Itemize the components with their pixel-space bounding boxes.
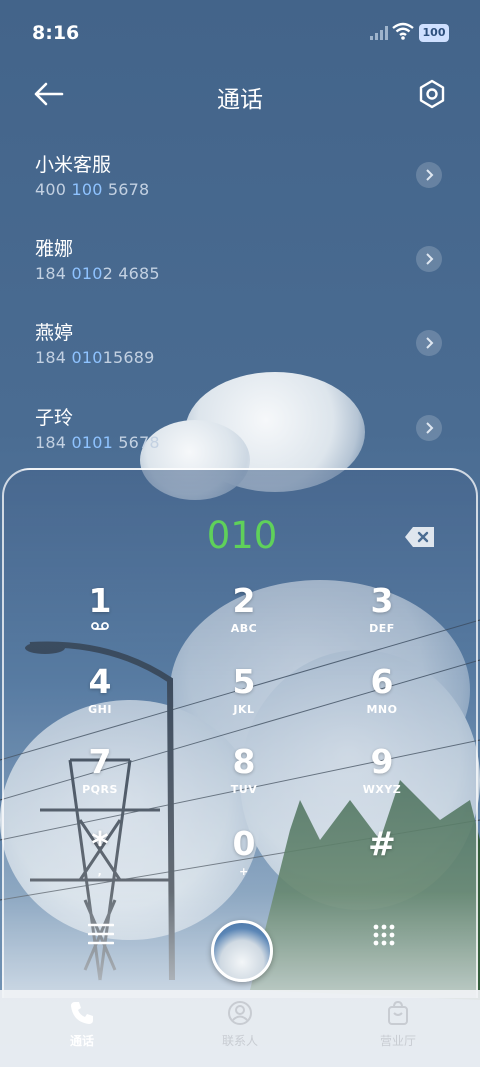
key-4[interactable]: 4 GHI <box>60 663 140 735</box>
menu-icon[interactable] <box>88 923 114 945</box>
phone-icon <box>71 1002 93 1024</box>
key-letters: GHI <box>88 703 112 716</box>
contact-number: 184 0102 4685 <box>35 264 160 283</box>
nav-tab-service[interactable]: 营业厅 <box>348 1000 448 1060</box>
chevron-right-icon <box>426 253 434 265</box>
key-hash[interactable]: # <box>342 825 422 897</box>
nav-label: 联系人 <box>221 1034 258 1048</box>
key-digit: * <box>91 824 109 863</box>
contact-detail-button[interactable] <box>416 330 442 356</box>
contact-detail-button[interactable] <box>416 246 442 272</box>
key-digit: 9 <box>370 742 394 781</box>
contact-number: 184 0101 5678 <box>35 433 160 452</box>
nav-tab-calls[interactable]: 通话 <box>32 1000 132 1060</box>
contact-name: 雅娜 <box>35 238 74 260</box>
backspace-icon[interactable] <box>404 526 436 548</box>
chevron-right-icon <box>426 337 434 349</box>
contact-name: 燕婷 <box>35 322 74 344</box>
key-digit: 8 <box>232 742 256 781</box>
key-8[interactable]: 8 TUV <box>204 743 284 815</box>
status-time: 8:16 <box>32 22 80 44</box>
dialpad-grid-icon[interactable] <box>372 923 396 947</box>
key-letters: JKL <box>233 703 255 716</box>
nav-label: 通话 <box>69 1034 94 1048</box>
key-letters: , <box>97 865 103 878</box>
nav-tab-contacts[interactable]: 联系人 <box>190 1000 290 1060</box>
key-letters: ABC <box>230 622 258 635</box>
settings-icon[interactable] <box>416 78 448 110</box>
key-2[interactable]: 2 ABC <box>204 582 284 654</box>
contact-item[interactable]: 小米客服 400 100 5678 <box>0 142 480 222</box>
chevron-right-icon <box>426 169 434 181</box>
key-letters: TUV <box>230 783 258 796</box>
key-digit: # <box>368 824 396 863</box>
key-letters: DEF <box>369 622 395 635</box>
contact-item[interactable]: 子玲 184 0101 5678 <box>0 395 480 475</box>
contacts-icon <box>228 1001 252 1025</box>
contact-number: 400 100 5678 <box>35 180 150 199</box>
dialpad-panel: 010 1 2 ABC 3 DEF 4 GHI 5 JKL 6 MNO 7 PQ… <box>2 468 478 998</box>
contact-name: 小米客服 <box>35 154 112 176</box>
key-digit: 1 <box>88 581 112 620</box>
key-digit: 5 <box>232 662 256 701</box>
key-letters: MNO <box>366 703 398 716</box>
key-digit: 7 <box>88 742 112 781</box>
key-1[interactable]: 1 <box>60 582 140 654</box>
voicemail-icon <box>91 622 109 630</box>
call-button[interactable] <box>211 920 273 982</box>
key-digit: 6 <box>370 662 394 701</box>
bottom-nav: 通话 联系人 营业厅 <box>0 990 480 1067</box>
contact-item[interactable]: 燕婷 184 01015689 <box>0 310 480 390</box>
status-bar: 8:16 100 <box>0 0 480 66</box>
key-5[interactable]: 5 JKL <box>204 663 284 735</box>
key-star[interactable]: * , <box>60 825 140 897</box>
shopping-bag-icon <box>388 1000 408 1025</box>
key-6[interactable]: 6 MNO <box>342 663 422 735</box>
key-digit: 0 <box>232 824 256 863</box>
key-letters: WXYZ <box>362 783 402 796</box>
key-0[interactable]: 0 + <box>204 825 284 897</box>
contact-name: 子玲 <box>35 407 74 429</box>
key-digit: 3 <box>370 581 394 620</box>
contact-number: 184 01015689 <box>35 348 155 367</box>
header: 通话 <box>0 66 480 122</box>
nav-label: 营业厅 <box>379 1034 416 1048</box>
contact-detail-button[interactable] <box>416 415 442 441</box>
wifi-icon <box>392 22 414 40</box>
key-digit: 4 <box>88 662 112 701</box>
key-9[interactable]: 9 WXYZ <box>342 743 422 815</box>
chevron-right-icon <box>426 422 434 434</box>
signal-icon <box>370 26 388 40</box>
contact-detail-button[interactable] <box>416 162 442 188</box>
key-letters: + <box>239 865 249 878</box>
key-3[interactable]: 3 DEF <box>342 582 422 654</box>
battery-indicator: 100 <box>419 24 449 42</box>
page-title: 通话 <box>217 87 263 113</box>
contact-item[interactable]: 雅娜 184 0102 4685 <box>0 226 480 306</box>
key-letters: PQRS <box>82 783 118 796</box>
key-7[interactable]: 7 PQRS <box>60 743 140 815</box>
key-digit: 2 <box>232 581 256 620</box>
